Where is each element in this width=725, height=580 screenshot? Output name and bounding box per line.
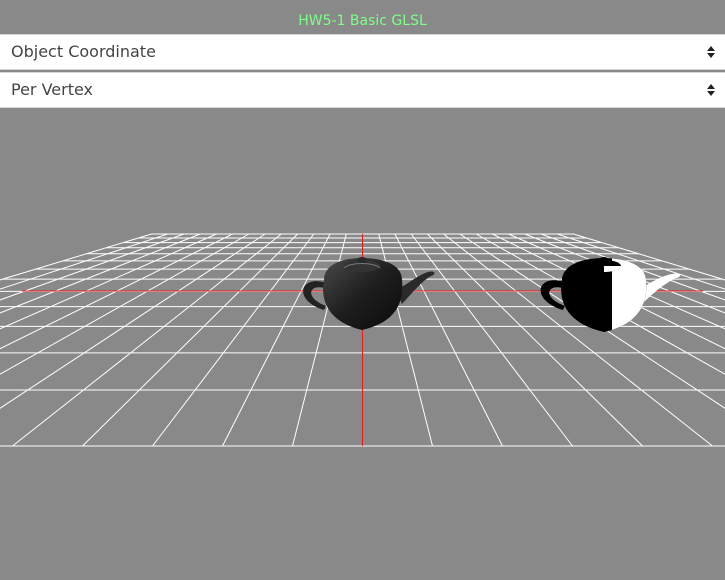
grid-line [222,233,331,447]
grid-line [394,233,503,447]
grid-line [152,233,315,447]
shading-select[interactable]: Per Vertex [0,72,725,108]
shading-select-value: Per Vertex [11,80,94,99]
grid-line [0,233,250,375]
grid-line [0,233,217,330]
grid-line [0,233,168,290]
grid-line [0,233,185,301]
webgl-canvas[interactable] [0,109,725,580]
grid-line [0,233,201,314]
grid-line [0,233,152,281]
grid-line [12,233,282,447]
grid-line [0,233,266,409]
grid-line [0,233,233,350]
grid-line [410,233,573,447]
page-title: HW5-1 Basic GLSL [298,13,427,29]
teapot-shaded-left [303,257,435,330]
select-arrows-icon [707,46,715,58]
coordinate-select[interactable]: Object Coordinate [0,34,725,70]
coordinate-select-value: Object Coordinate [11,42,156,61]
select-arrows-icon [707,84,715,96]
grid-line [82,233,298,447]
